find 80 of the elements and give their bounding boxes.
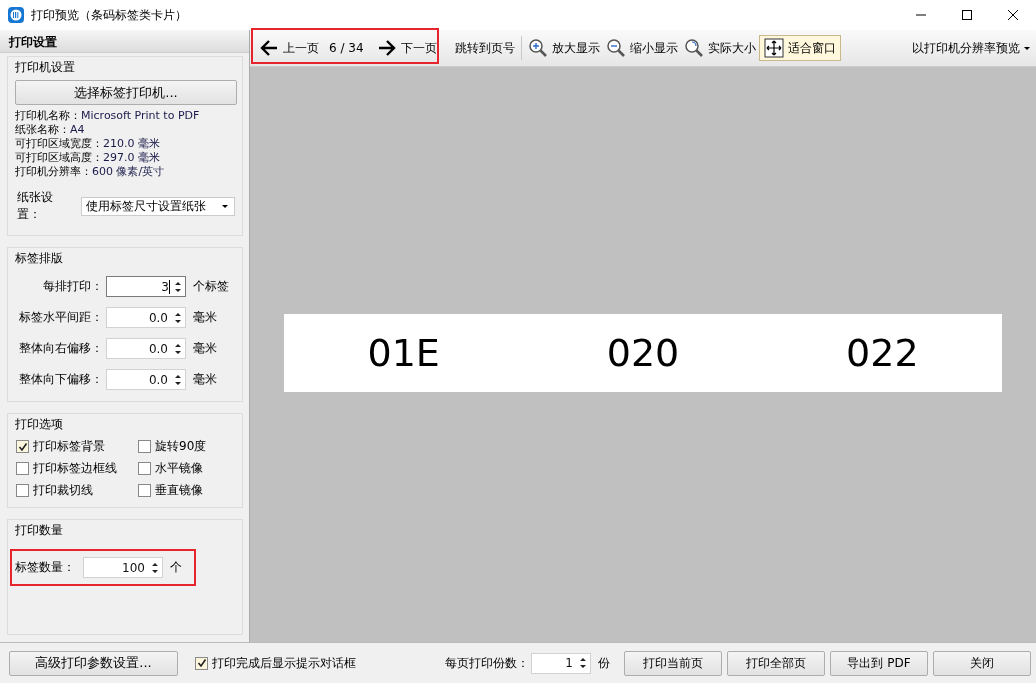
spinner-icon[interactable] [174, 341, 182, 356]
printer-info: 可打印区域高度：297.0 毫米 [15, 151, 161, 165]
spinner-icon[interactable] [174, 372, 182, 387]
paper-dropdown[interactable]: 使用标签尺寸设置纸张 [80, 196, 235, 216]
spin-field[interactable]: 3 [106, 276, 186, 297]
magnifier-icon [683, 38, 704, 58]
spin-field[interactable]: 100 [83, 557, 163, 578]
option-label: 打印裁切线 [33, 482, 93, 499]
zoom-out-icon [605, 38, 626, 58]
toolbar-button[interactable]: 适合窗口 [758, 35, 841, 61]
select-printer-button[interactable]: 选择标签打印机... [15, 80, 237, 105]
action-button[interactable]: 导出到 PDF [830, 650, 928, 676]
spinner-icon[interactable] [174, 310, 182, 325]
option-label: 垂直镜像 [155, 482, 203, 499]
close-icon[interactable] [1008, 10, 1018, 20]
toolbar-button[interactable]: 缩小显示 [602, 36, 681, 60]
previous-page-button[interactable]: 上一页 [256, 36, 322, 60]
jump-button[interactable]: 跳转到页号 [451, 37, 518, 59]
group-title: 打印数量 [15, 522, 64, 539]
unit-label: 个标签 [193, 278, 229, 295]
label-text: 020 [605, 330, 681, 375]
label-text: 022 [845, 330, 920, 375]
checkbox[interactable] [16, 440, 29, 453]
toolbar-button[interactable]: 实际大小 [680, 36, 759, 60]
zoom-in-icon [527, 38, 548, 58]
field-label: 标签数量： [15, 559, 75, 576]
field-label: 每页打印份数： [445, 654, 529, 672]
right-arrow-icon [376, 38, 397, 58]
checkbox[interactable] [138, 440, 151, 453]
caret-icon [1024, 46, 1030, 50]
group-title: 打印选项 [15, 416, 64, 433]
spinner-icon[interactable] [151, 560, 159, 575]
field-label: 纸张设置： [17, 189, 54, 223]
spin-field[interactable]: 0.0 [106, 369, 186, 390]
toolbar-button[interactable]: 放大显示 [524, 36, 603, 60]
label-text: 01E [366, 330, 441, 375]
printer-info: 打印机名称：Microsoft Print to PDF [15, 109, 201, 123]
printer-info: 纸张名称：A4 [15, 123, 86, 137]
unit-label: 个 [170, 559, 182, 576]
unit-label: 毫米 [193, 371, 217, 388]
window-title: 打印预览（条码标签类卡片） [31, 6, 187, 24]
checkbox[interactable] [16, 484, 29, 497]
checkbox[interactable] [138, 462, 151, 475]
caret-icon [222, 204, 228, 208]
unit-label: 份 [598, 654, 610, 672]
spin-field[interactable]: 0.0 [106, 338, 186, 359]
spin-field[interactable]: 0.0 [106, 307, 186, 328]
checkbox[interactable] [138, 484, 151, 497]
option-label: 打印标签边框线 [33, 460, 117, 477]
group-title: 打印机设置 [15, 59, 76, 76]
fit-window-icon [763, 38, 784, 58]
checkbox[interactable] [16, 462, 29, 475]
option-label: 水平镜像 [155, 460, 203, 477]
action-button[interactable]: 打印当前页 [624, 650, 722, 676]
left-arrow-icon [259, 38, 279, 58]
page-indicator: 6 / 34 [329, 41, 364, 55]
next-page-button[interactable]: 下一页 [373, 36, 440, 60]
unit-label: 毫米 [193, 340, 217, 357]
preview-mode-dropdown[interactable]: 以打印机分辨率预览 [909, 37, 1036, 59]
field-label: 整体向右偏移： [18, 340, 103, 357]
field-label: 每排打印： [42, 278, 103, 295]
group-title: 标签排版 [15, 250, 64, 267]
field-label: 标签水平间距： [18, 309, 103, 326]
printer-info: 可打印区域宽度：210.0 毫米 [15, 137, 161, 151]
option-label: 旋转90度 [155, 438, 207, 455]
option-label: 打印标签背景 [33, 438, 105, 455]
maximize-icon[interactable] [962, 10, 972, 20]
field-label: 整体向下偏移： [18, 371, 103, 388]
printer-info: 打印机分辨率：600 像素/英寸 [15, 165, 166, 179]
advanced-settings-button[interactable]: 高级打印参数设置... [9, 650, 178, 676]
spin-field[interactable]: 1 [531, 652, 591, 674]
option-label: 打印完成后显示提示对话框 [212, 654, 356, 672]
action-button[interactable]: 关闭 [933, 650, 1031, 676]
app-icon [8, 7, 24, 23]
panel-header: 打印设置 [0, 30, 249, 53]
spinner-icon[interactable] [174, 279, 182, 294]
spinner-icon[interactable] [579, 656, 587, 670]
checkbox[interactable] [195, 656, 208, 670]
action-button[interactable]: 打印全部页 [727, 650, 825, 676]
unit-label: 毫米 [193, 309, 217, 326]
